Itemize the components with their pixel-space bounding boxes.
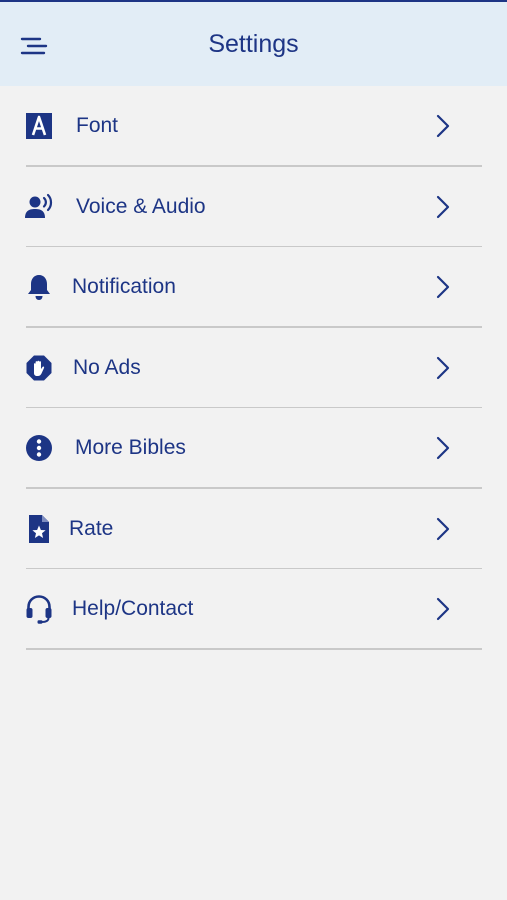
font-icon — [24, 111, 54, 141]
voice-audio-icon — [24, 192, 54, 222]
chevron-right-icon — [436, 598, 450, 621]
chevron-right-icon — [436, 517, 450, 540]
page-title: Settings — [208, 30, 299, 58]
menu-icon — [20, 37, 48, 55]
settings-item-label: Rate — [69, 516, 114, 540]
star-document-icon — [24, 514, 54, 544]
settings-item-label: Notification — [72, 275, 176, 299]
settings-item-rate[interactable]: Rate — [0, 489, 507, 569]
chevron-right-icon — [436, 276, 450, 299]
divider — [26, 648, 482, 650]
chevron-right-icon — [436, 195, 450, 218]
settings-item-label: No Ads — [73, 355, 141, 379]
settings-item-label: Help/Contact — [72, 597, 194, 621]
chevron-right-icon — [436, 437, 450, 460]
chevron-right-icon — [436, 115, 450, 138]
menu-button[interactable] — [12, 24, 56, 68]
settings-item-voice-audio[interactable]: Voice & Audio — [0, 167, 507, 247]
settings-item-notification[interactable]: Notification — [0, 247, 507, 328]
settings-item-label: Voice & Audio — [76, 194, 206, 218]
settings-item-label: Font — [76, 114, 119, 138]
bell-icon — [24, 272, 54, 302]
chevron-right-icon — [436, 356, 450, 379]
settings-item-label: More Bibles — [75, 436, 186, 460]
hand-stop-icon — [24, 353, 54, 383]
headset-icon — [24, 594, 54, 624]
settings-item-more-bibles[interactable]: More Bibles — [0, 408, 507, 489]
info-icon — [24, 433, 54, 463]
header-bar: Settings — [0, 2, 507, 86]
settings-item-help-contact[interactable]: Help/Contact — [0, 569, 507, 650]
settings-item-font[interactable]: Font — [0, 86, 507, 167]
settings-item-no-ads[interactable]: No Ads — [0, 328, 507, 408]
settings-list: Font Voice & Audio Notification No Ads M… — [0, 86, 507, 650]
